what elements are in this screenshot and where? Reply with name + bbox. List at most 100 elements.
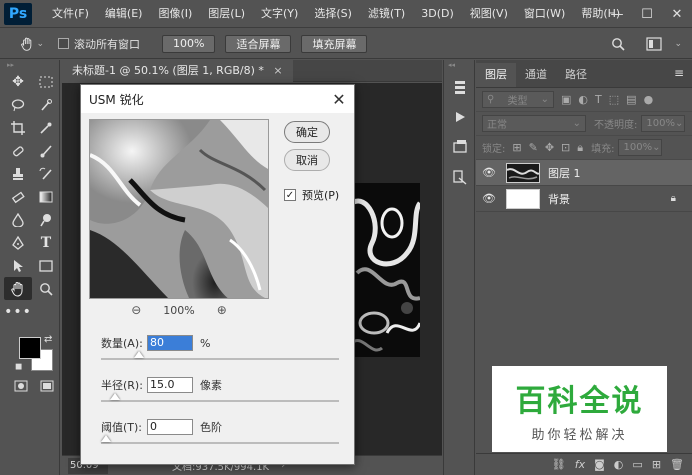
opacity-field[interactable]: 100% ⌄ [641, 115, 686, 132]
screen-mode-icon[interactable] [36, 377, 58, 395]
layer-row-background[interactable]: 👁︎ 背景 🔒︎ [476, 186, 692, 212]
lock-artboard-icon[interactable]: ⊡ [561, 141, 570, 154]
menu-file[interactable]: 文件(F) [44, 0, 97, 28]
fill-screen-button[interactable]: 填充屏幕 [301, 34, 368, 53]
visibility-eye-icon[interactable]: 👁︎ [482, 192, 500, 205]
menu-type[interactable]: 文字(Y) [253, 0, 306, 28]
history-panel-icon[interactable] [446, 74, 474, 100]
workspace-icon[interactable] [644, 34, 664, 54]
new-group-icon[interactable]: ▭ [632, 458, 642, 471]
blur-tool-icon[interactable] [4, 208, 32, 231]
clone-stamp-tool-icon[interactable] [4, 162, 32, 185]
toolbox-collapse[interactable]: ▸▸ [4, 60, 59, 70]
dodge-tool-icon[interactable] [32, 208, 60, 231]
minimize-button[interactable]: — [602, 0, 632, 28]
filter-adjustment-icon[interactable]: ◐ [578, 93, 588, 106]
zoom-100-button[interactable]: 100% [162, 34, 216, 53]
link-layers-icon[interactable]: ⛓︎ [552, 458, 566, 471]
amount-slider[interactable] [101, 351, 339, 360]
filter-smart-icon[interactable]: ▤ [626, 93, 636, 106]
maximize-button[interactable]: ☐ [632, 0, 662, 28]
layer-style-icon[interactable]: fx [575, 458, 585, 471]
menu-layer[interactable]: 图层(L) [200, 0, 253, 28]
foreground-color-swatch[interactable] [19, 337, 41, 359]
tab-layers[interactable]: 图层 [476, 63, 516, 87]
add-mask-icon[interactable]: ◙ [594, 458, 605, 471]
default-colors-icon[interactable]: ◼ [15, 362, 22, 372]
threshold-slider[interactable] [101, 435, 339, 444]
chevron-down-icon[interactable]: ⌄ [674, 39, 682, 49]
hand-tool-icon[interactable] [4, 277, 32, 300]
filter-type-icon[interactable]: T [595, 93, 602, 106]
amount-input[interactable]: 80 [147, 335, 193, 351]
cancel-button[interactable]: 取消 [284, 149, 330, 171]
actions-play-icon[interactable] [446, 104, 474, 130]
radius-slider[interactable] [101, 393, 339, 402]
scroll-all-windows-checkbox[interactable]: 滚动所有窗口 [58, 36, 140, 52]
menu-window[interactable]: 窗口(W) [516, 0, 573, 28]
menu-view[interactable]: 视图(V) [462, 0, 516, 28]
close-tab-icon[interactable]: × [273, 64, 282, 77]
menu-edit[interactable]: 编辑(E) [97, 0, 151, 28]
properties-panel-icon[interactable] [446, 164, 474, 190]
type-tool-icon[interactable]: T [32, 231, 60, 254]
lock-pixels-icon[interactable]: ✎ [529, 141, 538, 154]
new-layer-icon[interactable]: ⊞ [652, 458, 661, 471]
crop-tool-icon[interactable] [4, 116, 32, 139]
lock-position-icon[interactable]: ✥ [545, 141, 554, 154]
more-tools-icon[interactable]: ••• [4, 300, 32, 323]
path-selection-tool-icon[interactable] [4, 254, 32, 277]
pen-tool-icon[interactable] [4, 231, 32, 254]
lasso-tool-icon[interactable] [4, 93, 32, 116]
fill-field[interactable]: 100% ⌄ [618, 139, 663, 156]
dialog-title-bar[interactable]: USM 锐化 ✕ [81, 85, 354, 113]
panel-menu-icon[interactable]: ≡ [674, 66, 684, 80]
tab-channels[interactable]: 通道 [516, 63, 556, 87]
dialog-close-button[interactable]: ✕ [324, 85, 354, 113]
checkbox-box[interactable] [58, 38, 69, 49]
radius-slider-thumb[interactable] [110, 393, 121, 400]
lock-transparent-icon[interactable]: ⊞ [512, 141, 521, 154]
search-icon[interactable] [608, 34, 628, 54]
eyedropper-tool-icon[interactable] [32, 116, 60, 139]
menu-3d[interactable]: 3D(D) [413, 0, 462, 28]
dock-collapse[interactable]: ◂◂ [444, 60, 474, 70]
menu-filter[interactable]: 滤镜(T) [360, 0, 413, 28]
filter-pixel-icon[interactable]: ▣ [561, 93, 571, 106]
tab-paths[interactable]: 路径 [556, 63, 596, 87]
marquee-tool-icon[interactable] [32, 70, 60, 93]
3d-panel-icon[interactable] [446, 134, 474, 160]
document-tab[interactable]: 未标题-1 @ 50.1% (图层 1, RGB/8) * × [62, 60, 293, 82]
adjustment-layer-icon[interactable]: ◐ [614, 458, 624, 471]
quick-mask-icon[interactable] [10, 377, 32, 395]
zoom-tool-icon[interactable] [32, 277, 60, 300]
fit-screen-button[interactable]: 适合屏幕 [225, 34, 292, 53]
swap-colors-icon[interactable]: ⇄ [44, 334, 52, 345]
zoom-in-icon[interactable]: ⊕ [217, 303, 227, 317]
radius-input[interactable]: 15.0 [147, 377, 193, 393]
close-window-button[interactable]: ✕ [662, 0, 692, 28]
preview-checkbox[interactable]: ✓ 预览(P) [284, 187, 339, 203]
healing-brush-tool-icon[interactable] [4, 139, 32, 162]
filter-shape-icon[interactable]: ⬚ [609, 93, 619, 106]
layer-kind-select[interactable]: ⚲ 类型 ⌄ [482, 91, 554, 108]
eraser-tool-icon[interactable] [4, 185, 32, 208]
blend-mode-select[interactable]: 正常 ⌄ [482, 115, 586, 132]
history-brush-tool-icon[interactable] [32, 162, 60, 185]
rectangle-tool-icon[interactable] [32, 254, 60, 277]
gradient-tool-icon[interactable] [32, 185, 60, 208]
filter-toggle-icon[interactable]: ● [644, 93, 654, 106]
threshold-input[interactable]: 0 [147, 419, 193, 435]
hand-tool-preset-icon[interactable]: ⌄ [20, 33, 44, 55]
move-tool-icon[interactable]: ✥ [4, 70, 32, 93]
delete-layer-icon[interactable]: 🗑︎ [670, 458, 684, 471]
filter-preview[interactable] [89, 119, 269, 299]
checkmark-icon[interactable]: ✓ [284, 189, 296, 201]
lock-all-icon[interactable]: 🔒︎ [577, 141, 583, 155]
zoom-out-icon[interactable]: ⊖ [131, 303, 141, 317]
quick-select-tool-icon[interactable] [32, 93, 60, 116]
layer-row-layer1[interactable]: 👁︎ 图层 1 [476, 160, 692, 186]
threshold-slider-thumb[interactable] [101, 435, 111, 442]
menu-select[interactable]: 选择(S) [306, 0, 360, 28]
ok-button[interactable]: 确定 [284, 121, 330, 143]
